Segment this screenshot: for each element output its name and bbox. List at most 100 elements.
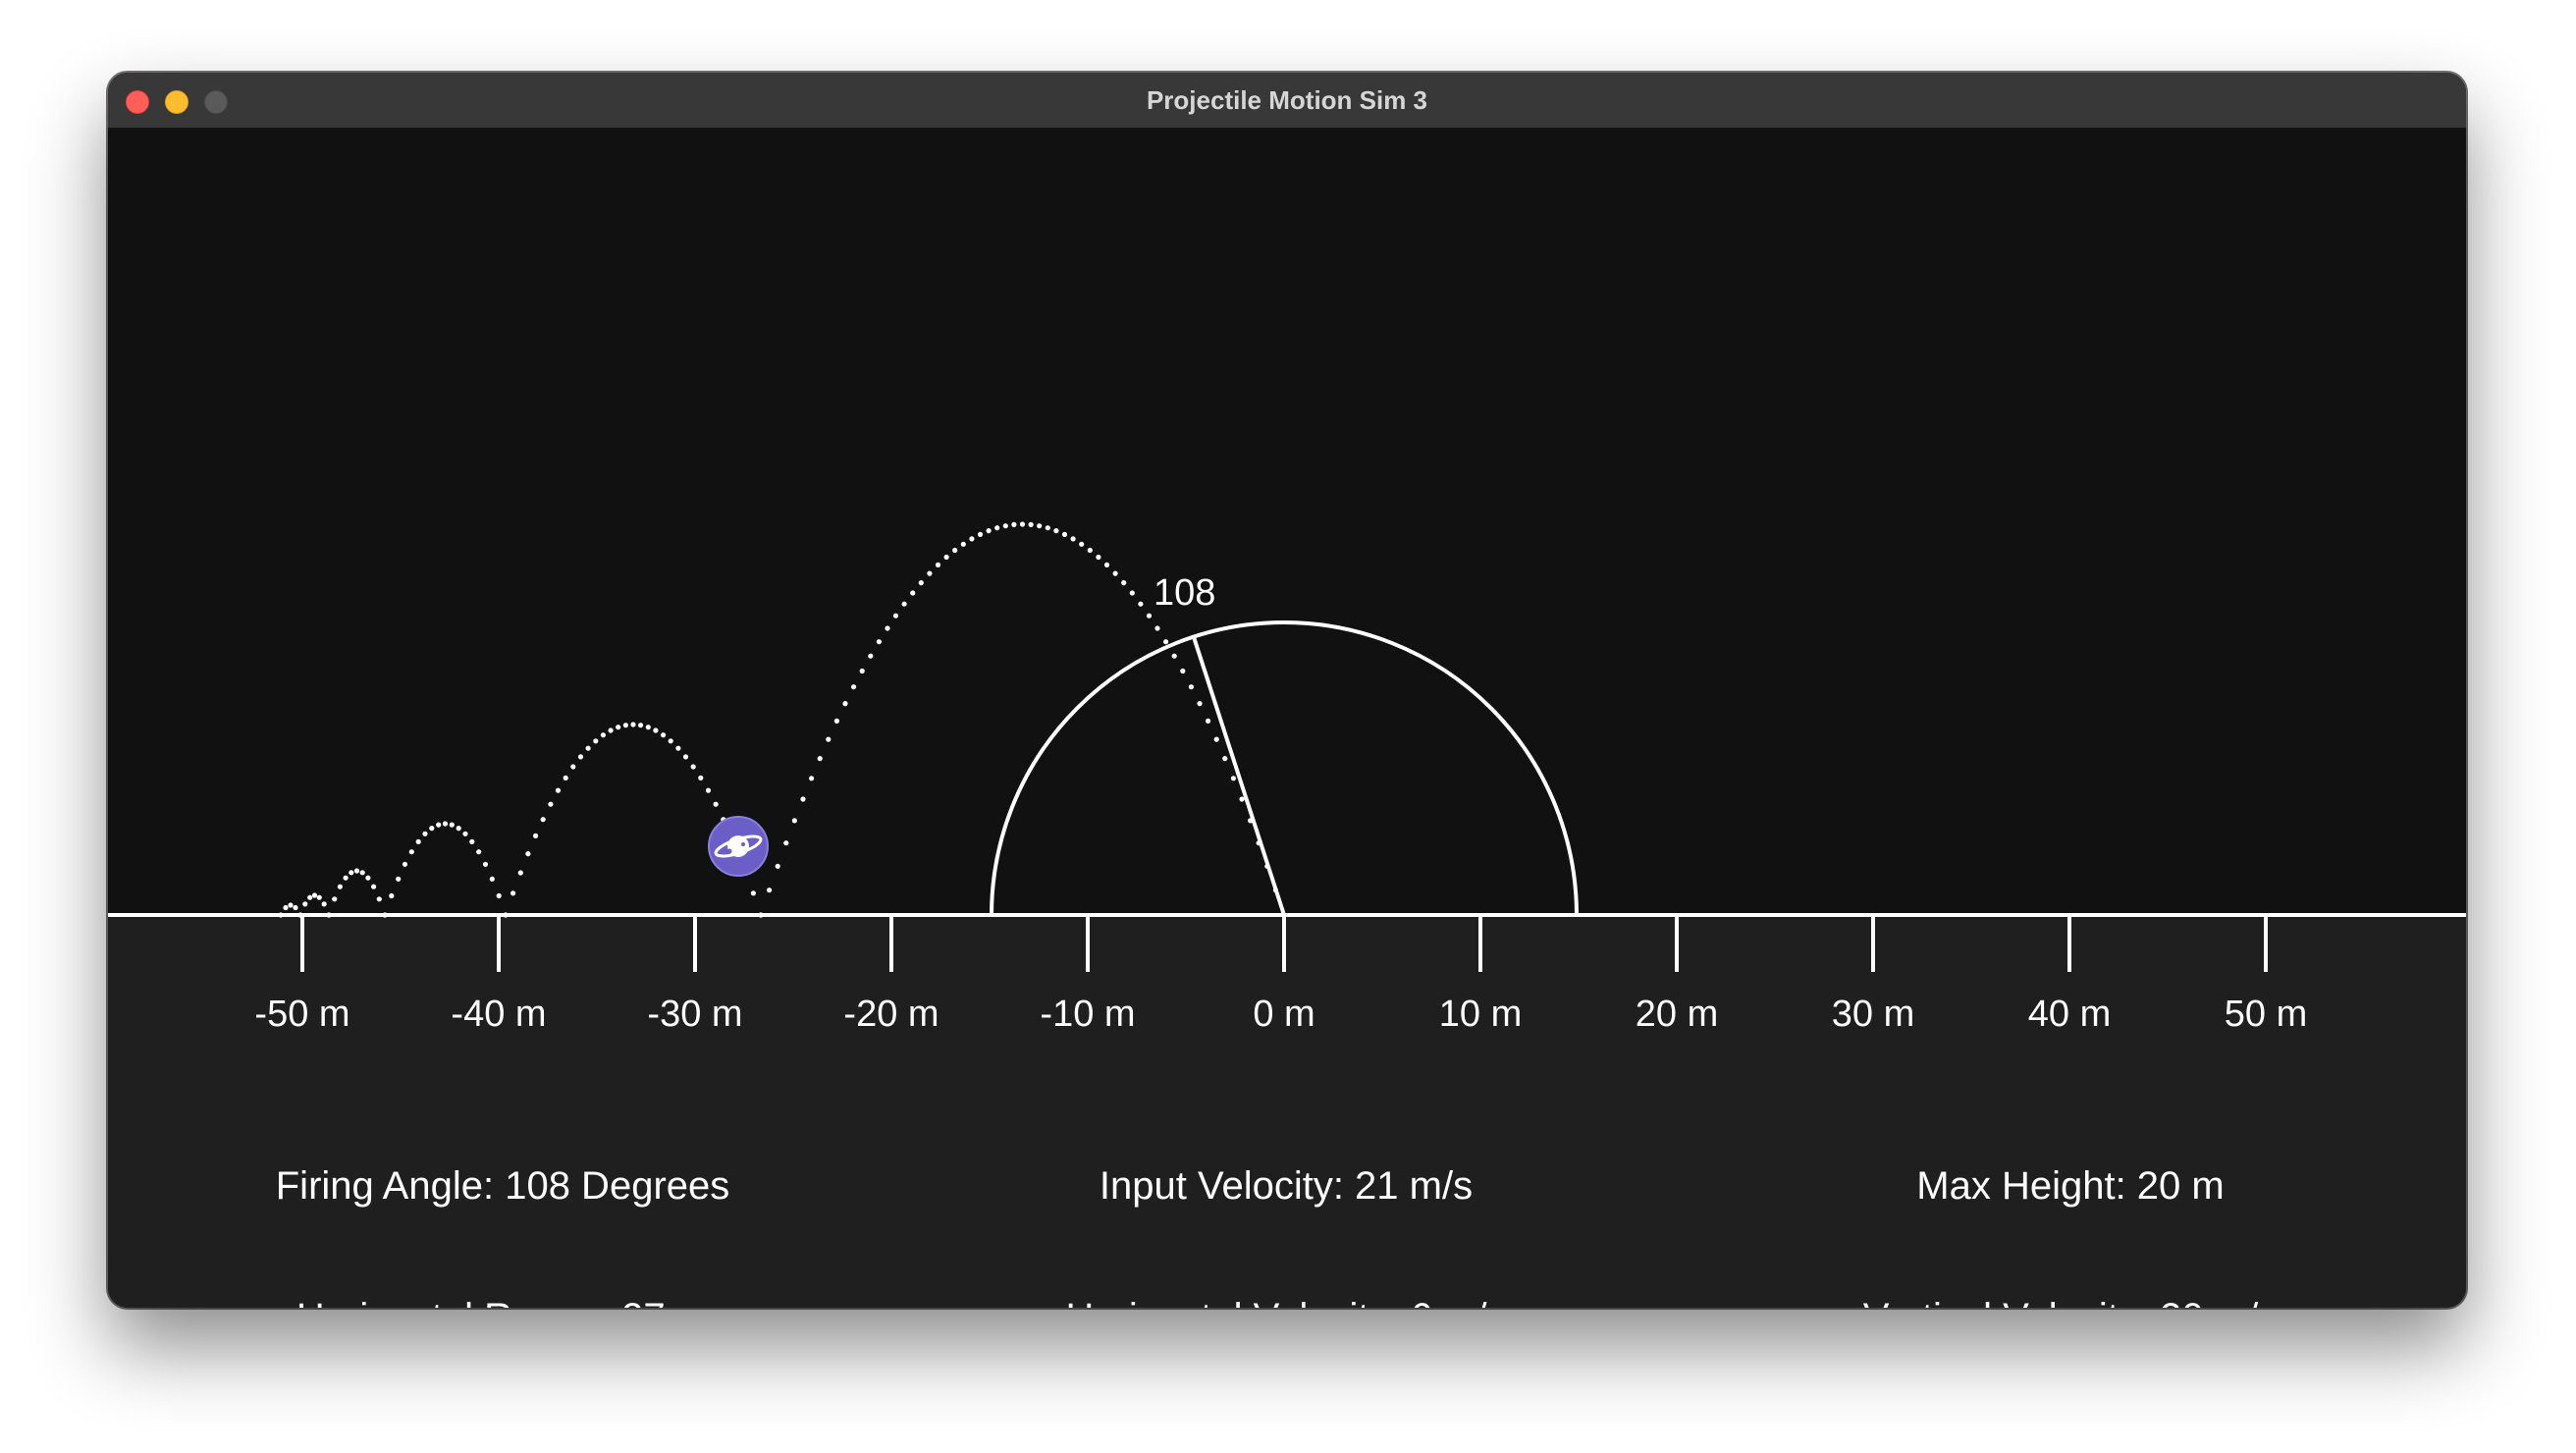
trail-dot <box>1121 580 1127 586</box>
trail-dot <box>668 738 673 744</box>
trail-dot <box>577 754 584 760</box>
trail-dot <box>307 894 313 900</box>
firing-angle-readout: Firing Angle: 108 Degrees <box>276 1164 730 1208</box>
trail-dot <box>809 776 815 781</box>
trail-dot <box>548 801 554 807</box>
trail-dot <box>316 894 322 900</box>
trail-dot <box>422 831 428 836</box>
trail-dot <box>1230 776 1236 781</box>
trail-dot <box>1045 525 1050 531</box>
trail-dot <box>1019 521 1026 527</box>
trail-dot <box>321 901 327 907</box>
trail-dot <box>555 787 562 793</box>
trail-dot <box>593 738 599 744</box>
trail-dot <box>986 528 992 534</box>
trail-dot <box>585 745 591 751</box>
trail-dot <box>1096 554 1101 561</box>
trail-dot <box>462 831 468 836</box>
trail-dot <box>1188 684 1194 690</box>
title-bar: Projectile Motion Sim 3 <box>108 73 2466 130</box>
trail-dot <box>371 884 377 889</box>
trail-dot <box>977 531 984 537</box>
trail-dot <box>482 861 489 867</box>
trail-dot <box>365 875 371 881</box>
trail-dot <box>449 822 455 828</box>
trail-dot <box>645 725 651 730</box>
trail-dot <box>661 732 667 738</box>
trail-dot <box>476 849 482 855</box>
trail-dot <box>1146 613 1153 619</box>
trail-dot <box>1011 521 1017 527</box>
trail-dot <box>775 863 780 869</box>
axis-tick-label: -40 m <box>451 994 546 1035</box>
trail-dot <box>682 754 689 760</box>
trail-dot <box>705 787 712 793</box>
trail-dot <box>540 817 546 823</box>
trail-dot <box>608 727 614 733</box>
simulation-canvas[interactable]: 108 -50 m -40 m -30 m -20 m -10 m 0 m 10 m 20 m… <box>108 130 2466 1308</box>
projectile[interactable] <box>708 816 769 877</box>
trail-dot <box>750 890 757 896</box>
trail-dot <box>675 745 681 751</box>
trail-dot <box>332 896 338 902</box>
trail-dot <box>1037 523 1043 529</box>
horizontal-velocity-readout: Horizontal Velocity: 6 m/s <box>1065 1296 1506 1308</box>
axis-tick-label: -30 m <box>647 994 742 1035</box>
trail-dot <box>1061 531 1068 537</box>
axis-tick-label: 40 m <box>2028 994 2111 1035</box>
trail-dot <box>826 736 832 742</box>
axis-tick-label: 50 m <box>2225 994 2307 1035</box>
trail-dot <box>570 764 576 770</box>
trail-dot <box>349 870 354 876</box>
axis-tick-label: -50 m <box>254 994 349 1035</box>
trail-dot <box>436 822 442 828</box>
trail-dot <box>1087 547 1093 554</box>
trail-dot <box>517 870 523 876</box>
trail-dot <box>638 723 644 728</box>
trail-dot <box>851 684 857 690</box>
trail-dot <box>1129 590 1135 596</box>
trail-dot <box>892 613 899 619</box>
axis-tick-label: -10 m <box>1040 994 1135 1035</box>
axis-tick-label: 0 m <box>1253 994 1315 1035</box>
trail-dot <box>713 801 719 807</box>
trail-dot <box>288 902 294 908</box>
trail-dot <box>600 732 606 738</box>
trail-dot <box>510 890 516 896</box>
trail-dot <box>1206 718 1211 725</box>
trail-dot <box>442 821 449 827</box>
trail-dot <box>1154 625 1160 631</box>
vertical-velocity-readout: Vertical Velocity: 20 m/s <box>1863 1296 2278 1308</box>
trail-dot <box>429 826 435 832</box>
trail-dot <box>1053 528 1059 534</box>
trail-dot <box>1002 523 1008 529</box>
trail-dot <box>1239 796 1245 802</box>
axis-tick-label: 10 m <box>1439 994 1522 1035</box>
trail-dot <box>630 722 636 727</box>
trail-dot <box>283 904 289 911</box>
trail-dot <box>943 554 949 561</box>
trail-dot <box>918 580 924 586</box>
angle-value-label: 108 <box>1154 572 1215 614</box>
trail-dot <box>1180 668 1186 674</box>
trail-dot <box>767 888 773 893</box>
trail-dot <box>817 756 823 762</box>
trail-dot <box>901 601 907 607</box>
trail-dot <box>353 868 360 874</box>
trail-dot <box>1197 701 1203 707</box>
trail-dot <box>927 570 933 576</box>
trail-dot <box>293 904 298 911</box>
trail-dot <box>337 884 343 889</box>
trail-dot <box>302 901 308 907</box>
trail-dot <box>343 875 349 881</box>
trail-dot <box>1171 653 1177 659</box>
trail-dot <box>783 840 789 846</box>
trail-dot <box>1079 541 1085 547</box>
trail-dot <box>396 876 402 882</box>
trail-dot <box>389 892 395 899</box>
trail-dot <box>791 818 798 824</box>
trail-dot <box>833 718 840 725</box>
trail-dot <box>842 701 848 707</box>
trail-dot <box>1070 536 1076 542</box>
trail-dot <box>910 590 916 596</box>
